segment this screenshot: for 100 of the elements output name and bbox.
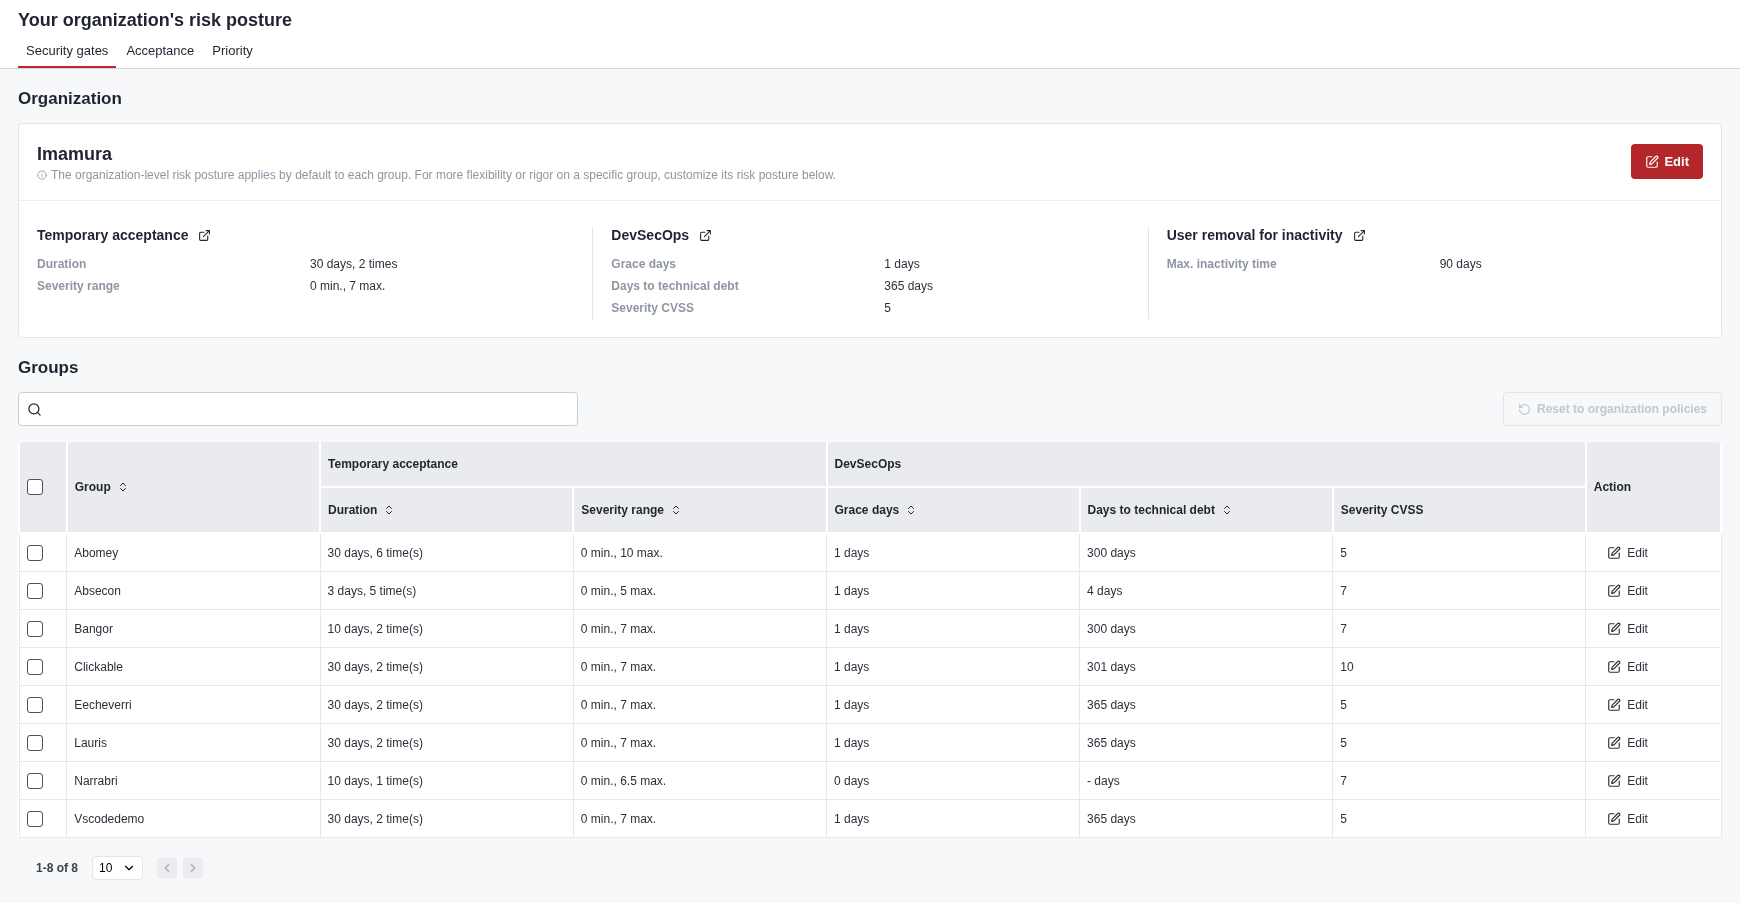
table-cell: 10 days, 1 time(s) <box>320 761 574 800</box>
checkbox[interactable] <box>26 658 43 675</box>
pencil-square-icon <box>1607 583 1622 598</box>
table-cell: 0 min., 7 max. <box>573 609 827 648</box>
checkbox[interactable] <box>26 620 43 637</box>
column-header: Severity CVSS <box>1340 503 1424 517</box>
info-icon <box>37 170 47 180</box>
table-cell: Lauris <box>66 723 321 762</box>
column-header[interactable]: Severity range <box>581 503 664 517</box>
table-cell: Abomey <box>66 533 321 572</box>
table-cell: 4 days <box>1079 571 1333 610</box>
external-link-icon[interactable] <box>699 228 713 242</box>
table-cell: Bangor <box>66 609 321 648</box>
table-cell: 10 days, 2 time(s) <box>320 609 574 648</box>
table-cell: Vscodedemo <box>66 799 321 838</box>
policy-label: Severity CVSS <box>611 300 696 317</box>
table-cell: 5 <box>1332 799 1586 838</box>
edit-button[interactable]: Edit <box>1593 735 1662 750</box>
page-size-select[interactable]: 10 <box>92 856 144 880</box>
policy-title: Temporary acceptance <box>37 227 189 243</box>
external-link-icon[interactable] <box>198 228 212 242</box>
table-cell: 0 min., 7 max. <box>573 723 827 762</box>
reset-icon <box>1517 402 1531 416</box>
column-header[interactable]: Grace days <box>834 503 900 517</box>
table-cell: 301 days <box>1079 647 1333 686</box>
description-text: The organization-level risk posture applies by default to each group. For more flexibility or rigor on a specific group, customize its risk posture below. <box>51 168 837 182</box>
policy-label: Max. inactivity time <box>1166 256 1278 273</box>
table-cell: 1 days <box>826 533 1080 572</box>
pencil-square-icon <box>1607 773 1622 788</box>
policy-title: User removal for inactivity <box>1166 227 1343 243</box>
edit-button[interactable]: Edit <box>1593 621 1662 636</box>
table-cell: 365 days <box>1079 723 1333 762</box>
tab[interactable]: Security gates <box>18 39 117 68</box>
table-cell: 0 min., 7 max. <box>573 647 827 686</box>
policy-value: 30 days, 2 times <box>310 256 399 273</box>
pencil-square-icon <box>1607 811 1622 826</box>
tab[interactable]: Acceptance <box>118 39 203 68</box>
policy-value: 90 days <box>1439 256 1483 273</box>
table-cell: Narrabri <box>66 761 321 800</box>
policy-label: Days to technical debt <box>611 278 740 295</box>
external-link-icon[interactable] <box>1352 228 1366 242</box>
table-cell: 365 days <box>1079 685 1333 724</box>
table-cell: 0 days <box>826 761 1080 800</box>
page-title: Your organization's risk posture <box>18 10 293 31</box>
policy-label: Grace days <box>611 256 678 273</box>
column-group-header: Temporary acceptance <box>328 457 458 471</box>
table-cell: 365 days <box>1079 799 1333 838</box>
checkbox[interactable] <box>26 544 43 561</box>
table-cell: 0 min., 5 max. <box>573 571 827 610</box>
table-cell: 1 days <box>826 685 1080 724</box>
table-cell: 0 min., 7 max. <box>573 685 827 724</box>
checkbox[interactable] <box>26 810 43 827</box>
checkbox[interactable] <box>26 734 43 751</box>
checkbox[interactable] <box>26 772 43 789</box>
table-cell: 3 days, 5 time(s) <box>320 571 574 610</box>
checkbox[interactable] <box>26 582 43 599</box>
table-cell: 30 days, 2 time(s) <box>320 685 574 724</box>
column-group-header: DevSecOps <box>834 457 902 471</box>
column-header[interactable]: Days to technical debt <box>1087 503 1215 517</box>
policy-value: 0 min., 7 max. <box>310 278 387 295</box>
sort-icon[interactable] <box>670 504 682 516</box>
table-cell: 0 min., 10 max. <box>573 533 827 572</box>
policy-value: 365 days <box>884 278 935 295</box>
table-cell: Eecheverri <box>66 685 321 724</box>
tab[interactable]: Priority <box>204 39 261 68</box>
pencil-square-icon <box>1607 659 1622 674</box>
policy-label: Duration <box>37 256 88 273</box>
edit-button[interactable]: Edit <box>1593 545 1662 560</box>
checkbox[interactable] <box>26 696 43 713</box>
table-cell: 7 <box>1332 609 1586 648</box>
table-cell: 1 days <box>826 723 1080 762</box>
edit-button[interactable]: Edit <box>1593 659 1662 674</box>
column-header: Action <box>1593 480 1632 494</box>
table-cell: 30 days, 6 time(s) <box>320 533 574 572</box>
table-cell: 300 days <box>1079 609 1333 648</box>
search-icon <box>27 401 42 417</box>
column-header[interactable]: Duration <box>328 503 378 517</box>
checkbox[interactable] <box>27 479 43 495</box>
table-cell: 1 days <box>826 571 1080 610</box>
edit-button[interactable]: Edit <box>1593 811 1662 826</box>
edit-button[interactable]: Edit <box>1593 697 1662 712</box>
pencil-square-icon <box>1607 697 1622 712</box>
section-heading: Groups <box>18 358 80 378</box>
edit-button[interactable]: Edit <box>1593 583 1662 598</box>
pencil-square-icon <box>1607 545 1622 560</box>
table-cell: 10 <box>1332 647 1586 686</box>
search-field[interactable] <box>18 392 578 426</box>
policy-title: DevSecOps <box>611 227 690 243</box>
section-heading: Organization <box>18 89 123 109</box>
column-header[interactable]: Group <box>74 480 111 494</box>
table-cell: 30 days, 2 time(s) <box>320 723 574 762</box>
table-cell: 7 <box>1332 571 1586 610</box>
table-cell: 0 min., 6.5 max. <box>573 761 827 800</box>
pencil-square-icon <box>1645 154 1660 169</box>
table-cell: 1 days <box>826 609 1080 648</box>
edit-button[interactable]: Edit <box>1593 773 1662 788</box>
table-cell: 5 <box>1332 685 1586 724</box>
edit-button[interactable]: Edit <box>1631 144 1703 179</box>
pencil-square-icon <box>1607 735 1622 750</box>
table-cell: 1 days <box>826 647 1080 686</box>
